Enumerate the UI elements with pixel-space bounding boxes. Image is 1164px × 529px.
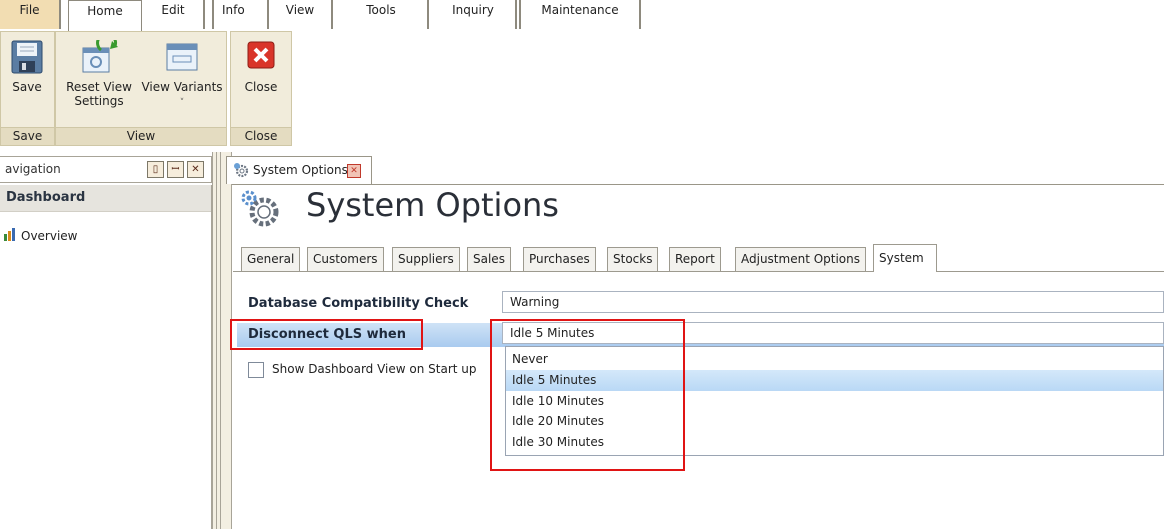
close-button[interactable]: Close <box>235 40 287 94</box>
dropdown-option-idle-5[interactable]: Idle 5 Minutes <box>506 370 1163 391</box>
ribbon: Save Save Reset View Settings View Varia… <box>0 31 1164 147</box>
menu-tab-edit[interactable]: Edit <box>143 0 205 29</box>
save-button-label: Save <box>12 80 42 94</box>
menu-tab-view[interactable]: View <box>269 0 333 29</box>
show-dashboard-checkbox[interactable] <box>248 362 264 378</box>
reset-view-settings-button[interactable]: Reset View Settings <box>60 32 138 108</box>
view-variants-label: View Variants <box>141 80 223 94</box>
system-options-gears-icon <box>240 190 284 231</box>
ribbon-group-view: Reset View Settings View Variants ˅ View <box>55 31 227 146</box>
tab-suppliers[interactable]: Suppliers <box>392 247 460 271</box>
menu-tab-tools[interactable]: Tools <box>335 0 429 29</box>
tab-purchases[interactable]: Purchases <box>523 247 596 271</box>
ribbon-group-label: Close <box>231 127 291 145</box>
disconnect-select[interactable]: Idle 5 Minutes <box>502 322 1164 344</box>
panel-splitter[interactable] <box>212 152 232 529</box>
disconnect-dropdown-list: Never Idle 5 Minutes Idle 10 Minutes Idl… <box>505 346 1164 456</box>
ribbon-group-label: Save <box>1 127 54 145</box>
tab-report[interactable]: Report <box>669 247 721 271</box>
db-compat-field[interactable]: Warning <box>502 291 1164 313</box>
nav-item-overview[interactable]: Overview <box>4 228 78 244</box>
tab-system[interactable]: System <box>873 244 937 272</box>
tab-strip-line <box>233 271 1164 272</box>
navigation-title: avigation <box>5 162 61 176</box>
restore-panel-icon[interactable]: ▯ <box>147 161 164 178</box>
close-button-label: Close <box>244 80 278 94</box>
nav-item-label: Overview <box>21 229 78 243</box>
tab-sales[interactable]: Sales <box>467 247 511 271</box>
tab-general[interactable]: General <box>241 247 301 271</box>
dashboard-section-title: Dashboard <box>6 190 86 205</box>
db-compat-label: Database Compatibility Check <box>248 296 469 311</box>
dashboard-section-header[interactable]: Dashboard <box>0 185 211 212</box>
navigation-panel: Dashboard Overview <box>0 185 212 529</box>
gears-icon <box>233 162 249 181</box>
floppy-disk-icon <box>11 40 43 74</box>
menu-tab-inquiry[interactable]: Inquiry <box>431 0 517 29</box>
dropdown-option-never[interactable]: Never <box>506 349 1163 370</box>
page-title: System Options <box>306 186 559 224</box>
dropdown-option-idle-10[interactable]: Idle 10 Minutes <box>506 391 1163 412</box>
menu-tab-home[interactable]: Home <box>68 0 142 32</box>
dropdown-option-idle-20[interactable]: Idle 20 Minutes <box>506 411 1163 432</box>
ribbon-group-label: View <box>56 127 226 145</box>
splitter-grip <box>216 152 221 529</box>
tab-adjustment-options[interactable]: Adjustment Options <box>735 247 867 271</box>
menu-tab-file[interactable]: File <box>0 0 61 29</box>
reset-view-settings-label: Reset View Settings <box>66 80 132 108</box>
document-tab-label: System Options <box>253 163 348 177</box>
dropdown-option-idle-30[interactable]: Idle 30 Minutes <box>506 432 1163 453</box>
close-panel-icon[interactable]: ✕ <box>187 161 204 178</box>
show-dashboard-label: Show Dashboard View on Start up <box>272 362 477 376</box>
chevron-down-icon: ˅ <box>179 98 185 108</box>
reset-view-icon <box>79 32 119 74</box>
ribbon-group-save: Save Save <box>0 31 55 146</box>
tab-stocks[interactable]: Stocks <box>607 247 659 271</box>
bar-chart-icon <box>4 228 16 244</box>
menu-tab-info[interactable]: Info <box>212 0 269 29</box>
save-button[interactable]: Save <box>5 40 49 94</box>
document-tab[interactable]: System Options ✕ <box>226 156 372 184</box>
ribbon-group-close: Close Close <box>230 31 292 146</box>
pin-icon[interactable]: ꟷ <box>167 161 184 178</box>
window-icon <box>166 40 198 74</box>
menu-tab-maintenance[interactable]: Maintenance <box>519 0 641 29</box>
red-close-icon <box>247 40 275 70</box>
view-variants-button[interactable]: View Variants ˅ <box>140 40 224 110</box>
tab-customers[interactable]: Customers <box>307 247 384 271</box>
navigation-header: avigation ▯ ꟷ ✕ <box>0 156 212 183</box>
menu-bar: File Home Edit Info View Tools Inquiry M… <box>0 0 1164 32</box>
close-tab-icon[interactable]: ✕ <box>347 164 361 178</box>
disconnect-label: Disconnect QLS when <box>248 327 406 342</box>
